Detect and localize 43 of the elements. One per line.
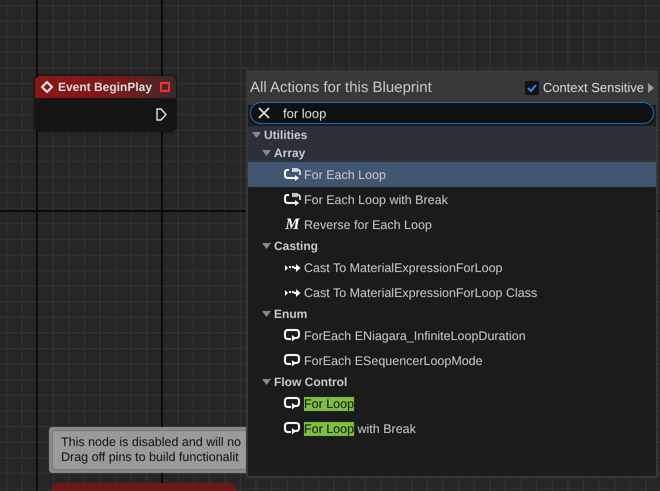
action-item[interactable]: For Loop (304, 396, 354, 410)
action-item[interactable]: ForEach ENiagara_InfiniteLoopDuration (304, 328, 526, 342)
expand-arrow-icon[interactable] (648, 82, 654, 92)
loop-icon (284, 353, 301, 368)
loop-icon (284, 396, 301, 411)
loop-icon (284, 167, 301, 182)
cast-arrow-icon (284, 262, 301, 272)
action-item[interactable]: Reverse for Each Loop (304, 218, 432, 232)
menu-title: All Actions for this Blueprint (250, 79, 433, 96)
expand-triangle-icon[interactable] (252, 132, 261, 138)
category-label: Enum (274, 307, 308, 321)
category-label: Flow Control (274, 375, 348, 389)
clear-icon[interactable] (258, 107, 270, 119)
action-item[interactable]: For Each Loop (304, 168, 386, 182)
search-field[interactable]: for loop (250, 102, 654, 124)
action-item[interactable]: Cast To MaterialExpressionForLoop (304, 260, 502, 274)
expand-triangle-icon[interactable] (262, 310, 271, 318)
category-label: Array (274, 146, 306, 160)
expand-triangle-icon[interactable] (262, 150, 271, 156)
event-node[interactable]: Event BeginPlay (35, 76, 176, 131)
checkbox-icon[interactable] (524, 80, 539, 94)
action-item[interactable]: ForEach ESequencerLoopMode (304, 354, 483, 368)
action-item[interactable]: Cast To MaterialExpressionForLoop Class (304, 286, 538, 300)
loop-icon (284, 328, 301, 343)
exec-pin-icon[interactable] (156, 108, 167, 121)
category-row[interactable]: Array (248, 144, 656, 162)
action-item[interactable]: For Loop with Break (304, 422, 416, 436)
context-sensitive-checkbox[interactable]: Context Sensitive (524, 80, 644, 95)
category-label: Utilities (264, 128, 308, 142)
tooltip-text: Drag off pins to build functionalit (61, 450, 240, 465)
delegate-pin-icon[interactable] (160, 82, 170, 92)
category-row[interactable]: Utilities (248, 126, 656, 144)
expand-triangle-icon[interactable] (262, 242, 271, 250)
tooltip-text: This node is disabled and will no (61, 435, 241, 450)
node-title: Event BeginPlay (58, 80, 154, 94)
category-label: Casting (274, 239, 318, 253)
expand-triangle-icon[interactable] (262, 378, 271, 386)
loop-icon (284, 192, 301, 207)
cast-arrow-icon (284, 288, 301, 298)
loop-icon (284, 421, 301, 436)
diamond-icon (41, 81, 53, 93)
macro-icon: M (284, 216, 301, 234)
action-item[interactable]: For Each Loop with Break (304, 192, 448, 206)
